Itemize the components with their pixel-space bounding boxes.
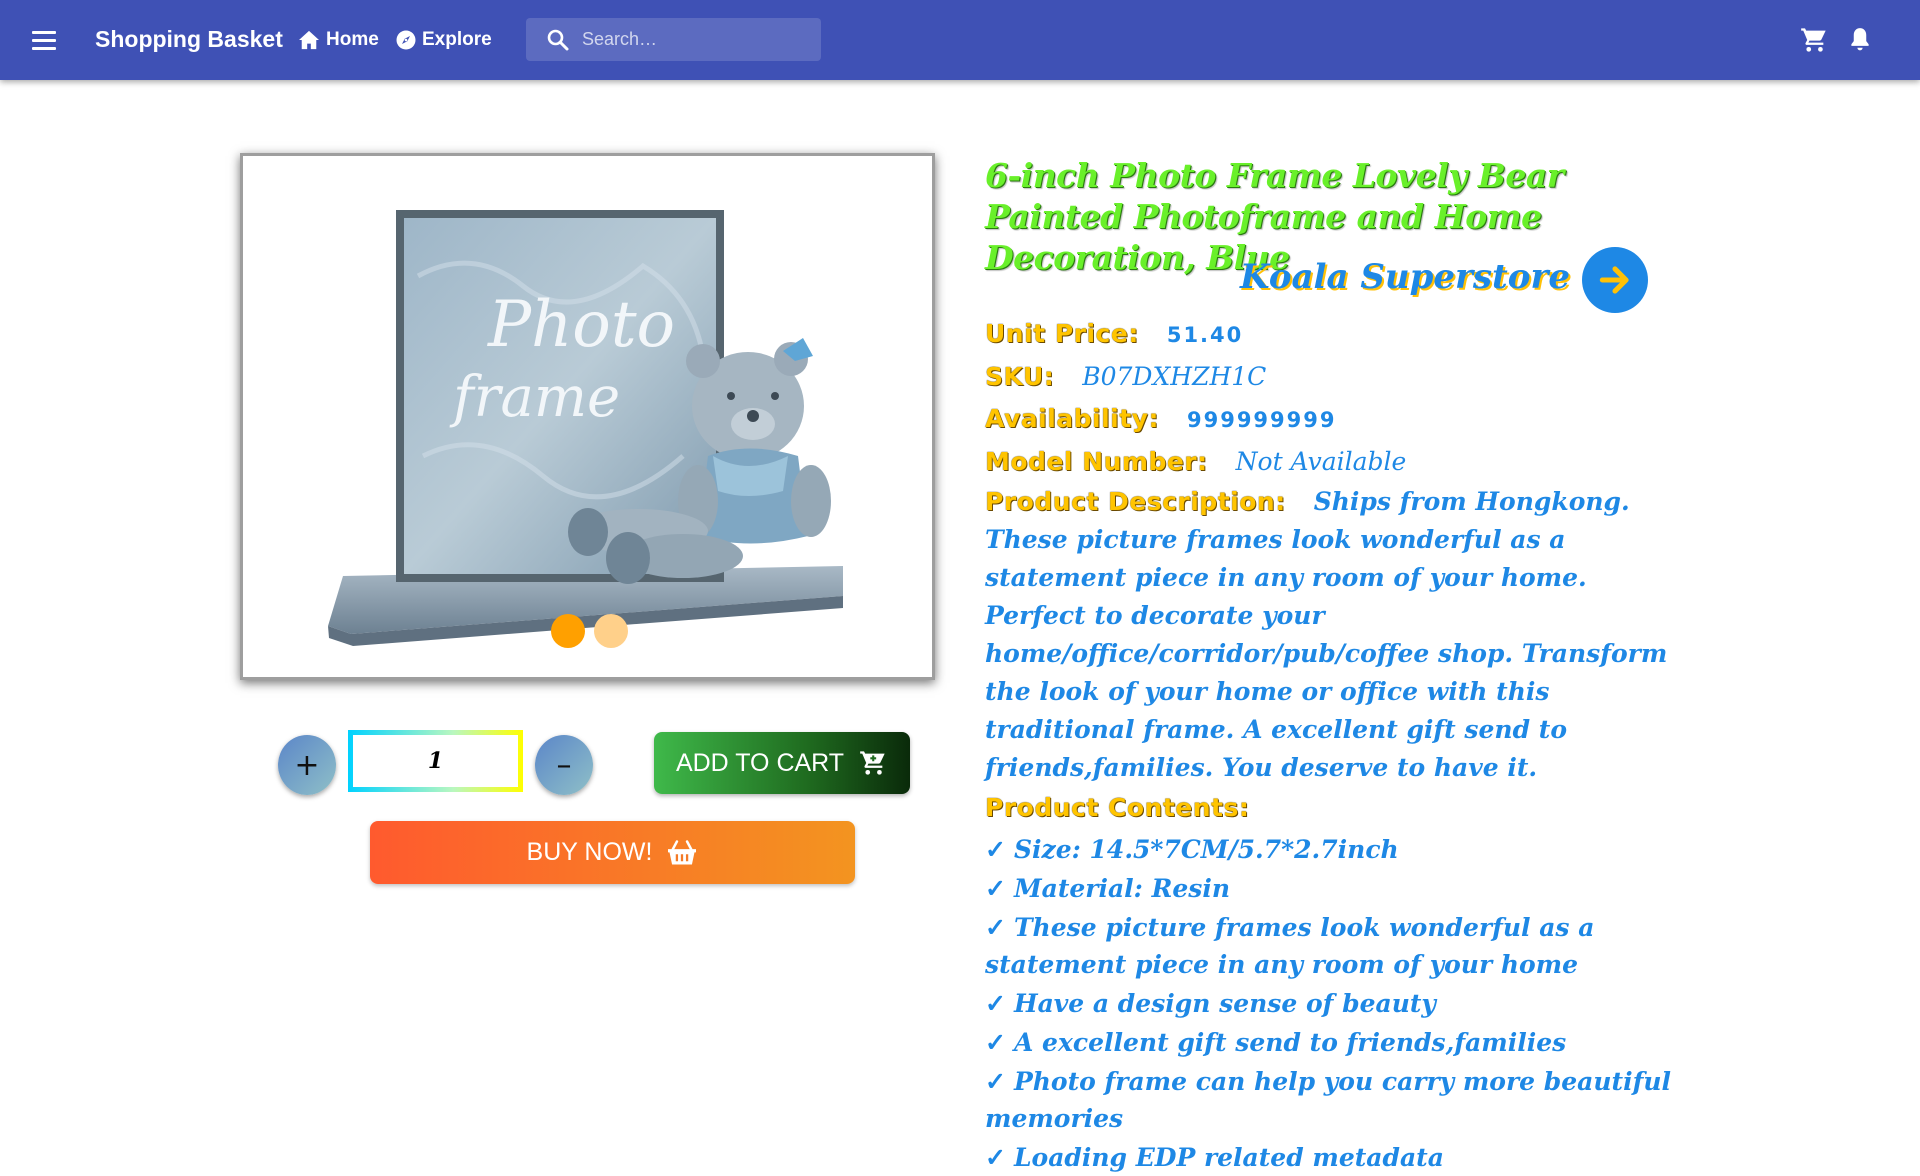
check-icon: ✓ [985,874,1006,903]
frame-text-photo: Photo [487,288,675,362]
check-icon: ✓ [985,989,1006,1018]
sku-row: SKU: B07DXHZH1C [985,356,1685,398]
search-input[interactable] [582,29,802,50]
nav-home-label: Home [326,29,379,50]
nav-home-link[interactable]: Home [298,29,379,51]
contents-heading-row: Product Contents: [985,787,1685,829]
contents-list: ✓ Size: 14.5*7CM/5.7*2.7inch ✓ Material: R… [985,829,1685,1176]
check-icon: ✓ [985,913,1006,942]
search-box[interactable] [526,18,821,61]
check-icon: ✓ [985,1067,1006,1096]
unit-price-label: Unit Price: [985,319,1139,348]
add-to-cart-button[interactable]: ADD TO CART [654,732,910,794]
add-cart-icon [860,751,885,775]
app-title[interactable]: Shopping Basket [95,26,283,53]
nav-explore-link[interactable]: Explore [396,29,492,51]
cart-icon[interactable] [1800,26,1828,59]
menu-icon[interactable] [28,24,62,56]
sku-label: SKU: [985,362,1055,391]
description-label: Product Description: [985,487,1286,516]
unit-price-row: Unit Price: 51.40 [985,313,1685,356]
store-row: Koala Superstore [985,247,1665,319]
arrow-right-icon [1599,266,1629,294]
quantity-increase-button[interactable]: + [278,735,336,795]
product-image: Photo frame [328,210,843,646]
home-icon [299,30,319,50]
carousel-dots [551,614,628,648]
list-item: ✓ Loading EDP related metadata [985,1143,1444,1172]
basket-icon [668,839,697,864]
list-item: ✓ Material: Resin [985,874,1231,903]
buy-now-label: BUY NOW! [526,838,653,866]
list-item: ✓ A excellent gift send to friends,famili… [985,1028,1567,1057]
check-icon: ✓ [985,835,1006,864]
go-to-store-button[interactable] [1582,247,1648,313]
list-item: ✓ Photo frame can help you carry more bea… [985,1067,1671,1133]
check-icon: ✓ [985,1028,1006,1057]
list-item: ✓ These picture frames look wonderful as … [985,913,1595,979]
description-block: Product Description: Ships from Hongkong.… [985,483,1685,787]
compass-icon [396,30,416,50]
frame-text-frame: frame [449,365,620,430]
availability-label: Availability: [985,404,1159,433]
buy-now-button[interactable]: BUY NOW! [370,821,855,884]
model-label: Model Number: [985,447,1208,476]
availability-value: 999999999 [1186,408,1337,432]
product-info: Unit Price: 51.40 SKU: B07DXHZH1C Availabi… [985,313,1685,1176]
product-image-carousel[interactable]: Photo frame [240,153,935,680]
contents-label: Product Contents: [985,793,1250,822]
store-name[interactable]: Koala Superstore [1240,257,1570,297]
carousel-dot-1[interactable] [551,614,585,648]
nav-explore-label: Explore [422,29,492,50]
description-text: Ships from Hongkong. These picture frame… [985,487,1668,782]
bell-icon[interactable] [1847,26,1873,59]
quantity-input[interactable] [353,735,518,787]
app-bar: Shopping Basket Home Explore [0,0,1920,80]
list-item: ✓ Size: 14.5*7CM/5.7*2.7inch [985,835,1399,864]
check-icon: ✓ [985,1143,1006,1172]
unit-price-value: 51.40 [1166,323,1244,347]
sku-value: B07DXHZH1C [1082,362,1267,391]
product-details: 6-inch Photo Frame Lovely Bear Painted P… [985,155,1685,1172]
model-row: Model Number: Not Available [985,441,1685,483]
quantity-field [348,730,523,792]
carousel-dot-2[interactable] [594,614,628,648]
availability-row: Availability: 999999999 [985,398,1685,441]
search-icon [547,29,569,50]
model-value: Not Available [1235,447,1407,476]
list-item: ✓ Have a design sense of beauty [985,989,1436,1018]
add-to-cart-label: ADD TO CART [675,748,845,777]
quantity-decrease-button[interactable]: – [535,735,593,795]
